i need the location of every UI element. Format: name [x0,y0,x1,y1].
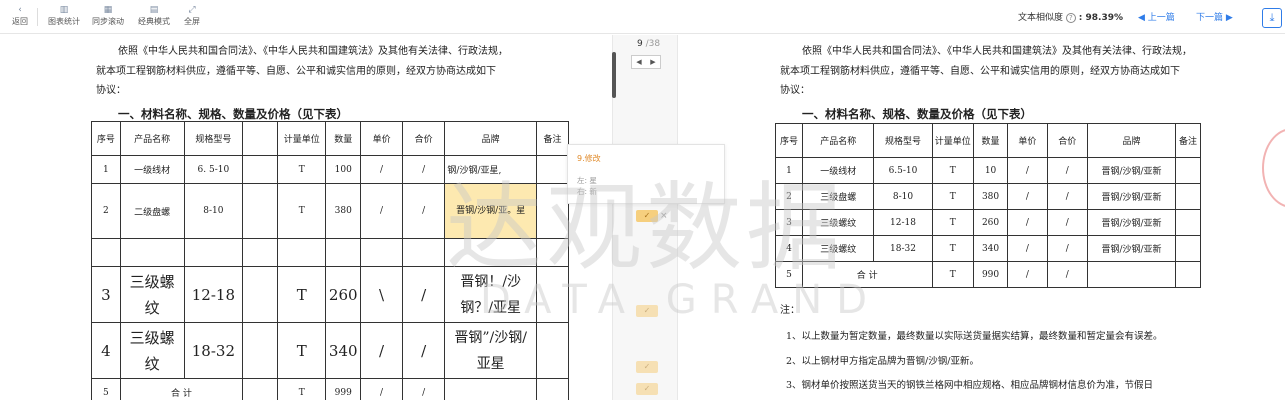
diff-marker[interactable]: ✓ [636,210,658,222]
right-table-header: 序号 产品名称 规格型号 计量单位 数量 单价 合价 品牌 备注 [775,123,1201,158]
table-row: 4 三级螺纹 18-32 T 340 / / 晋钢”/沙钢/亚星 [91,322,570,379]
download-icon: ⤓ [1269,11,1275,24]
left-document: 依照《中华人民共和国合同法》、《中华人民共和国建筑法》及其他有关法律、行政法规，… [0,35,612,400]
right-section-heading: 一、材料名称、规格、数量及价格（见下表） [802,107,1032,121]
header-unit: 计量单位 [277,121,327,156]
diff-detail-popup[interactable]: 9.修改 左: 星 右: 新 [567,144,725,204]
header-total: 合价 [401,121,446,156]
table-row: 4 三级螺纹 18-32 T 340 / / 晋钢/沙钢/亚新 [775,235,1201,262]
name-diff-cell: 二级盘螺 [119,183,185,239]
check-icon: ✓ [643,211,651,220]
table-row [91,238,570,267]
left-table-header: 序号 产品名称 规格型号 计量单位 数量 单价 合价 品牌 备注 [91,121,570,156]
download-button[interactable]: ⤓ [1262,8,1282,28]
note-2: 2、以上钢材甲方指定品牌为晋钢/沙钢/亚新。 [786,356,979,367]
note-3: 3、钢材单价按照送货当天的钢铁兰格网中相应规格、相应品牌钢材信息价为准，节假日 [786,380,1154,391]
left-para-3: 协议： [96,85,126,96]
diff-marker[interactable]: ✓ [636,305,658,317]
brand-diff-cell: 钢/沙钢/亚星, [444,155,537,184]
header-no: 序号 [91,121,121,156]
diff-marker[interactable]: ✓ [636,383,658,395]
brand-diff-cell: 晋钢/沙钢/亚新 [1086,209,1177,236]
back-button[interactable]: ‹ 返回 [8,4,32,30]
header-note: 备注 [535,121,570,156]
table-row: 5 合 计 T 999 / / [91,378,570,400]
header-name: 产品名称 [119,121,185,156]
columns-icon: ▦ [103,5,113,15]
right-para-3: 协议： [780,85,810,96]
name-diff-cell: 三级盘螺 [801,183,875,210]
chevron-left-icon: ‹ [18,5,22,15]
table-row: 1 一级线材 6.5-10 T 10 / / 晋钢/沙钢/亚新 [775,157,1201,184]
table-row: 3 三级螺纹 12-18 T 260 / / 晋钢/沙钢/亚新 [775,209,1201,236]
page-stepper: ◀ ▶ [631,55,661,69]
fullscreen-button[interactable]: ⤢ 全屏 [180,4,204,30]
note-label: 注： [780,305,800,316]
close-icon[interactable]: × [660,211,668,221]
total-pages: /38 [645,39,661,49]
help-icon[interactable]: ? [1065,13,1076,23]
popup-title: 9.修改 [577,154,601,163]
qty-diff-cell: 999 [325,378,362,400]
chart-stats-button[interactable]: ▥ 图表统计 [46,4,82,30]
left-para-2: 就本项工程钢筋材料供应，遵循平等、自愿、公平和诚实信用的原则，经双方协商达成如下 [96,66,496,77]
header-price: 单价 [360,121,403,156]
popup-left-value: 左: 星 [577,176,597,185]
check-icon: ✓ [643,306,651,315]
toolbar-divider [37,8,38,26]
bar-chart-icon: ▥ [59,5,69,15]
right-para-1: 依照《中华人民共和国合同法》、《中华人民共和国建筑法》及其他有关法律、行政法规， [802,46,1192,57]
header-brand: 品牌 [444,121,537,156]
note-1: 1、以上数量为暂定数量，最终数量以实际送货量据实结算，最终数量和暂定量会有误差。 [786,331,1163,342]
brand-diff-cell: 晋钢/沙钢/亚新 [1086,235,1177,262]
table-row: 2 三级盘螺 8-10 T 380 / / 晋钢/沙钢/亚新 [775,183,1201,210]
table-row: 2 二级盘螺 8-10 T 380 / / 晋钢/沙钢/亚。星 [91,183,570,239]
classic-mode-button[interactable]: ▤ 经典模式 [136,4,172,30]
check-icon: ✓ [643,384,651,393]
current-page: 9 [637,39,643,49]
right-material-table: 序号 产品名称 规格型号 计量单位 数量 单价 合价 品牌 备注 1 一级线材 … [775,123,1201,288]
page-indicator: 9 /38 [637,39,660,49]
brand-diff-cell: 晋钢/沙钢/亚。星 [444,183,537,239]
table-row: 1 一级线材 6. 5-10 T 100 / / 钢/沙钢/亚星, [91,155,570,184]
document-icon: ▤ [149,5,159,15]
popup-right-value: 右: 新 [577,187,597,196]
left-scrollbar[interactable] [612,52,616,98]
header-spec: 规格型号 [183,121,244,156]
brand-diff-cell: 晋钢/沙钢/亚新 [1086,183,1177,210]
check-icon: ✓ [643,362,651,371]
header-blank [242,121,279,156]
table-row: 5 合 计 T 990 / / [775,261,1201,288]
similarity-readout: 文本相似度 ? : 98.39% [1018,13,1123,23]
similarity-value: : 98.39% [1078,13,1123,23]
right-document: 依照《中华人民共和国合同法》、《中华人民共和国建筑法》及其他有关法律、行政法规，… [678,35,1285,400]
expand-icon: ⤢ [188,5,196,15]
left-section-heading: 一、材料名称、规格、数量及价格（见下表） [118,107,348,121]
diff-marker[interactable]: ✓ [636,361,658,373]
qty-diff-cell: 990 [972,261,1009,288]
qty-diff-cell: 100 [325,155,362,184]
prev-doc-link[interactable]: ◀ 上一篇 [1138,10,1175,23]
right-para-2: 就本项工程钢筋材料供应，遵循平等、自愿、公平和诚实信用的原则，经双方协商达成如下 [780,66,1180,77]
top-toolbar: ‹ 返回 ▥ 图表统计 ▦ 同步滚动 ▤ 经典模式 ⤢ 全屏 文本相似度 ? :… [0,0,1285,34]
table-row: 3 三级螺纹 12-18 T 260 \ / 晋钢！/沙钢？/亚星 [91,266,570,323]
left-para-1: 依照《中华人民共和国合同法》、《中华人民共和国建筑法》及其他有关法律、行政法规， [118,46,508,57]
page-prev-button[interactable]: ◀ [636,58,641,66]
page-next-button[interactable]: ▶ [650,58,655,66]
brand-diff-cell: 晋钢/沙钢/亚新 [1086,157,1177,184]
header-qty: 数量 [325,121,362,156]
next-doc-link[interactable]: 下一篇 ▶ [1196,10,1233,23]
left-material-table: 序号 产品名称 规格型号 计量单位 数量 单价 合价 品牌 备注 1 一级线材 … [91,121,570,400]
sync-scroll-button[interactable]: ▦ 同步滚动 [90,4,126,30]
